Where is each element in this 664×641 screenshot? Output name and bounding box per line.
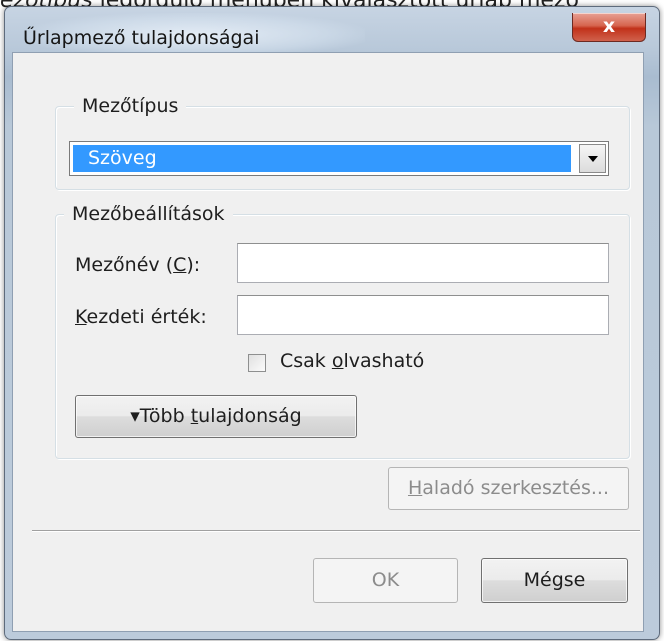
advanced-edit-key: H — [407, 477, 423, 499]
field-type-legend-text: Mezőtípus — [82, 95, 179, 117]
field-settings-legend-text: Mezőbeállítások — [72, 203, 225, 225]
readonly-label-prefix: Csak — [280, 350, 332, 372]
readonly-label[interactable]: Csak olvasható — [280, 350, 424, 372]
more-properties-rest: ulajdonság — [198, 405, 302, 427]
separator-line — [32, 530, 640, 532]
field-name-label: Mezőnév (C): — [75, 254, 200, 276]
readonly-label-key: o — [331, 350, 344, 372]
field-name-label-prefix: Mezőnév ( — [75, 254, 174, 276]
initial-value-input[interactable] — [237, 295, 609, 335]
initial-value-label-rest: ezdeti érték: — [86, 306, 207, 328]
chevron-down-icon[interactable] — [579, 144, 606, 173]
ok-button[interactable]: OK — [313, 558, 458, 603]
field-name-input[interactable] — [237, 243, 609, 283]
field-name-label-key: C — [173, 254, 187, 276]
field-name-input-text[interactable] — [238, 244, 608, 282]
field-type-selected-value: Szöveg — [73, 145, 571, 172]
field-type-select[interactable]: Szöveg — [69, 141, 609, 176]
ok-button-label: OK — [371, 569, 400, 591]
advanced-edit-button[interactable]: Haladó szerkesztés... — [388, 467, 629, 510]
cancel-button-label: Mégse — [523, 569, 586, 591]
arrow-down-icon: ▾ — [130, 405, 140, 427]
dialog-title: Űrlapmező tulajdonságai — [23, 27, 260, 49]
initial-value-input-text[interactable] — [238, 296, 608, 334]
close-icon: x — [602, 15, 616, 37]
initial-value-label-key: K — [75, 306, 87, 328]
cancel-button[interactable]: Mégse — [481, 558, 628, 603]
more-properties-button[interactable]: ▾Több tulajdonság — [75, 395, 357, 438]
readonly-label-rest: lvasható — [343, 350, 425, 372]
more-properties-prefix: Több — [139, 405, 191, 427]
field-name-label-suffix: ): — [186, 254, 201, 276]
close-button[interactable]: x — [572, 13, 646, 42]
field-type-legend: Mezőtípus — [74, 95, 187, 117]
readonly-checkbox[interactable] — [248, 354, 266, 372]
advanced-edit-rest: aladó szerkesztés... — [422, 477, 609, 499]
initial-value-label: Kezdeti érték: — [75, 306, 207, 328]
field-settings-legend: Mezőbeállítások — [64, 203, 233, 225]
